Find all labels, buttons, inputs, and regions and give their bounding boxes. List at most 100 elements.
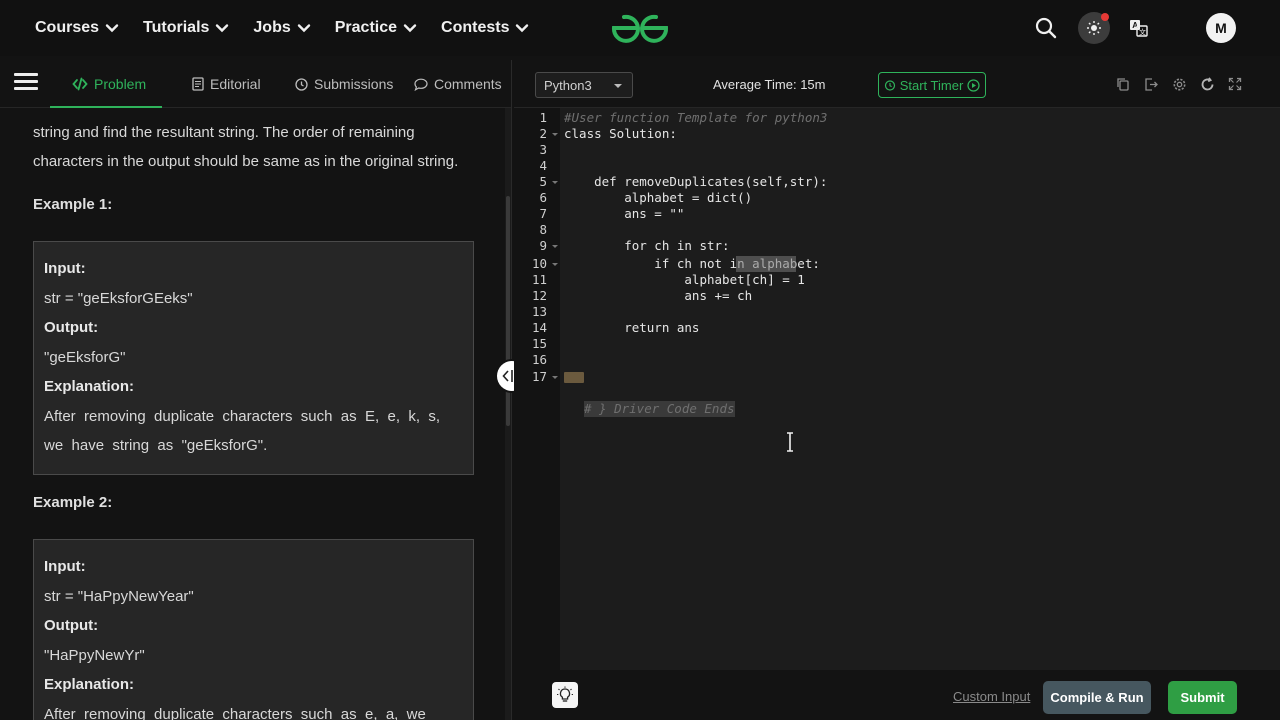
description-line-1: string and find the resultant string. Th… — [33, 124, 415, 141]
example-2-explanation-label: Explanation: — [44, 676, 135, 693]
code-line: #User function Template for python3 — [560, 110, 1280, 126]
example-1-explanation-line-2: we have string as "geEksforG". — [44, 437, 268, 454]
submit-button[interactable]: Submit — [1168, 681, 1237, 714]
text-cursor-icon — [787, 432, 793, 452]
chevron-down-icon — [516, 24, 529, 33]
problem-tabs: Problem Editorial Submissions Comments — [0, 60, 511, 108]
code-line: alphabet[ch] = 1 — [560, 272, 1280, 288]
line-number: 14 — [531, 320, 547, 335]
code-dict-set: alphabet[ch] = 1 — [564, 272, 805, 287]
line-number: 4 — [539, 158, 547, 173]
nav-tutorials-label: Tutorials — [143, 19, 210, 36]
notification-dot — [1101, 13, 1109, 21]
line-number: 10 — [514, 256, 558, 272]
example-2-explanation-line-1: After removing duplicate characters such… — [44, 705, 426, 720]
fold-marker-icon[interactable] — [564, 372, 584, 383]
code-line: def removeDuplicates(self,str): — [560, 174, 1280, 190]
user-avatar[interactable]: M — [1206, 13, 1236, 43]
code-line: ans += ch — [560, 288, 1280, 304]
export-icon[interactable] — [1142, 75, 1160, 93]
tab-editorial[interactable]: Editorial — [192, 60, 261, 108]
code-class-def: class Solution: — [564, 126, 677, 141]
svg-text:文: 文 — [1139, 28, 1146, 37]
clock-icon — [295, 77, 308, 91]
code-line: for ch in str: — [560, 238, 1280, 254]
theme-toggle-button[interactable] — [1078, 12, 1110, 44]
code-line: if ch not in alphabet: — [560, 256, 1280, 272]
hint-button[interactable] — [552, 682, 578, 708]
problem-description: string and find the resultant string. Th… — [33, 118, 473, 176]
code-assign-dict: alphabet = dict() — [564, 190, 753, 205]
editor-bottom-bar: Custom Input Compile & Run Submit — [514, 670, 1280, 720]
play-circle-icon — [967, 78, 980, 92]
translate-button[interactable]: A文 — [1123, 12, 1155, 44]
example-1-input-label: Input: — [44, 260, 86, 277]
example-1-explanation-label: Explanation: — [44, 378, 135, 395]
code-line: ans = "" — [560, 206, 1280, 222]
search-button[interactable] — [1030, 12, 1062, 44]
example-1-output-label: Output: — [44, 319, 99, 336]
settings-gear-icon[interactable] — [1170, 75, 1188, 93]
nav-courses[interactable]: Courses — [35, 19, 119, 37]
reset-icon[interactable] — [1198, 75, 1216, 93]
line-number: 13 — [531, 304, 547, 319]
chat-icon — [414, 78, 428, 91]
selection-highlight — [736, 256, 796, 272]
line-number: 5 — [514, 174, 558, 190]
example-1-input-value: str = "geEksforGEeks" — [44, 289, 193, 307]
line-number: 8 — [539, 222, 547, 237]
line-number: 17 — [514, 369, 558, 385]
example-2-input-label: Input: — [44, 558, 86, 575]
menu-icon[interactable] — [14, 70, 38, 94]
code-folded-driver: # } Driver Code Ends — [584, 401, 735, 417]
sun-icon — [1087, 21, 1101, 35]
code-area[interactable]: #User function Template for python3 clas… — [560, 108, 1280, 670]
chevron-down-icon — [105, 24, 119, 33]
code-append: ans += ch — [564, 288, 753, 303]
tab-submissions-label: Submissions — [314, 76, 394, 92]
line-number: 12 — [531, 288, 547, 303]
example-2-input-value: str = "HaPpyNewYear" — [44, 587, 194, 605]
code-editor[interactable]: 1 2 3 4 5 6 7 8 9 10 11 12 13 14 15 16 1… — [514, 108, 1280, 670]
tab-editorial-label: Editorial — [210, 76, 261, 92]
nav-practice[interactable]: Practice — [335, 19, 417, 37]
tab-problem[interactable]: Problem — [49, 60, 163, 108]
code-assign-ans: ans = "" — [564, 206, 685, 221]
code-line: class Solution: — [560, 126, 1280, 142]
start-timer-button[interactable]: Start Timer — [878, 72, 986, 98]
language-select-value: Python3 — [544, 77, 592, 93]
example-1-title: Example 1: — [33, 196, 113, 213]
code-comment: #User function Template for python3 — [564, 110, 828, 125]
nav-contests-label: Contests — [441, 19, 510, 36]
line-number: 7 — [539, 206, 547, 221]
line-number: 16 — [531, 352, 547, 367]
tab-comments[interactable]: Comments — [414, 60, 502, 108]
problem-scrollbar[interactable] — [505, 108, 511, 720]
average-time: Average Time: 15m — [713, 77, 826, 92]
example-2-output-label: Output: — [44, 617, 99, 634]
code-method-def: def removeDuplicates(self,str): — [564, 174, 828, 189]
line-number: 1 — [539, 110, 547, 125]
nav-courses-label: Courses — [35, 19, 100, 36]
example-2-box: Input: str = "HaPpyNewYear" Output: "HaP… — [33, 539, 474, 720]
code-line: # } Driver Code Ends — [560, 369, 1280, 417]
chevron-down-icon — [216, 24, 229, 33]
example-2-output-value: "HaPpyNewYr" — [44, 646, 145, 664]
nav-jobs-label: Jobs — [253, 19, 291, 36]
code-line: return ans — [560, 320, 1280, 336]
scrollbar-thumb[interactable] — [506, 196, 510, 426]
copy-icon[interactable] — [1114, 75, 1132, 93]
tab-submissions[interactable]: Submissions — [295, 60, 393, 108]
geeksforgeeks-logo-icon[interactable] — [608, 9, 672, 47]
nav-jobs[interactable]: Jobs — [253, 19, 310, 37]
caret-down-icon — [614, 84, 622, 88]
nav-contests[interactable]: Contests — [441, 19, 529, 37]
tab-comments-label: Comments — [434, 76, 502, 92]
language-select[interactable]: Python3 — [535, 72, 633, 98]
line-number-gutter: 1 2 3 4 5 6 7 8 9 10 11 12 13 14 15 16 1… — [514, 108, 560, 670]
compile-run-button[interactable]: Compile & Run — [1043, 681, 1151, 714]
fullscreen-icon[interactable] — [1226, 75, 1244, 93]
example-1-output-value: "geEksforG" — [44, 348, 126, 366]
custom-input-link[interactable]: Custom Input — [953, 689, 1030, 704]
nav-tutorials[interactable]: Tutorials — [143, 19, 229, 37]
